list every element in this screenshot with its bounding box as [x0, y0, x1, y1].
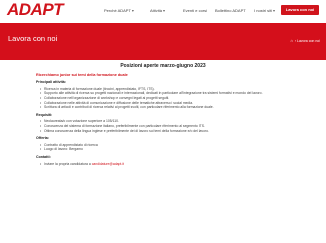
list-item: Scrittura di articoli e contributi di ri…: [40, 105, 290, 110]
chevron-down-icon: ▾: [163, 8, 166, 13]
contacts-list: Inviare la propria candidatura a candida…: [36, 162, 290, 167]
section-heading: Offerta:: [36, 136, 49, 141]
section-heading: Contatti:: [36, 154, 51, 159]
nav-label: Bollettino ADAPT: [215, 8, 246, 13]
nav-item-attivita[interactable]: Attività ▾: [150, 8, 165, 13]
main-content: Posizioni aperte marzo-giugno 2023 Ricer…: [36, 64, 290, 166]
home-icon[interactable]: ⌂: [290, 38, 292, 43]
nav-label: I nostri siti: [254, 8, 273, 13]
intro-heading: Ricerchiamo junior sui temi della formaz…: [36, 72, 128, 77]
chevron-down-icon: ▾: [131, 8, 134, 13]
logo-text: ADAPT: [7, 0, 64, 19]
list-item: Luogo di lavoro: Bergamo: [40, 147, 290, 152]
breadcrumb: ⌂ › Lavora con noi: [290, 38, 320, 43]
offer-list: Contratto di apprendistato di ricerca Lu…: [36, 143, 290, 152]
page-hero-banner: Lavora con noi ⌂ › Lavora con noi: [0, 23, 326, 60]
contact-text: Inviare la propria candidatura a: [44, 161, 92, 166]
list-item: Inviare la propria candidatura a candida…: [40, 161, 290, 167]
requirements-list: Neolaureata/o con votazione superiore a …: [36, 119, 290, 133]
contact-email-link[interactable]: candidature@adapt.it: [92, 162, 124, 166]
breadcrumb-current: Lavora con noi: [297, 38, 320, 43]
lavora-con-noi-button[interactable]: Lavora con noi: [281, 5, 319, 15]
nav-label: Eventi e corsi: [183, 8, 208, 13]
nav-label: Perchè ADAPT: [104, 8, 131, 13]
nav-item-bollettino[interactable]: Bollettino ADAPT: [215, 8, 246, 13]
nav-item-nostri-siti[interactable]: I nostri siti ▾: [254, 8, 275, 13]
top-navigation-bar: ADAPT Perchè ADAPT ▾ Attività ▾ Eventi e…: [0, 0, 326, 22]
nav-item-perche-adapt[interactable]: Perchè ADAPT ▾: [104, 8, 134, 13]
positions-title: Posizioni aperte marzo-giugno 2023: [120, 63, 206, 69]
list-item: Ottima conoscenza della lingua inglese e…: [40, 129, 290, 134]
page-title: Lavora con noi: [8, 34, 58, 43]
section-heading: Principali attività:: [36, 80, 66, 85]
nav-item-eventi-corsi[interactable]: Eventi e corsi: [183, 8, 207, 13]
nav-label: Attività: [150, 8, 163, 13]
activities-list: Ricerca in materia di formazione duale (…: [36, 87, 290, 110]
chevron-down-icon: ▾: [273, 8, 276, 13]
section-heading: Requisiti:: [36, 112, 53, 117]
adapt-logo[interactable]: ADAPT: [7, 0, 64, 19]
